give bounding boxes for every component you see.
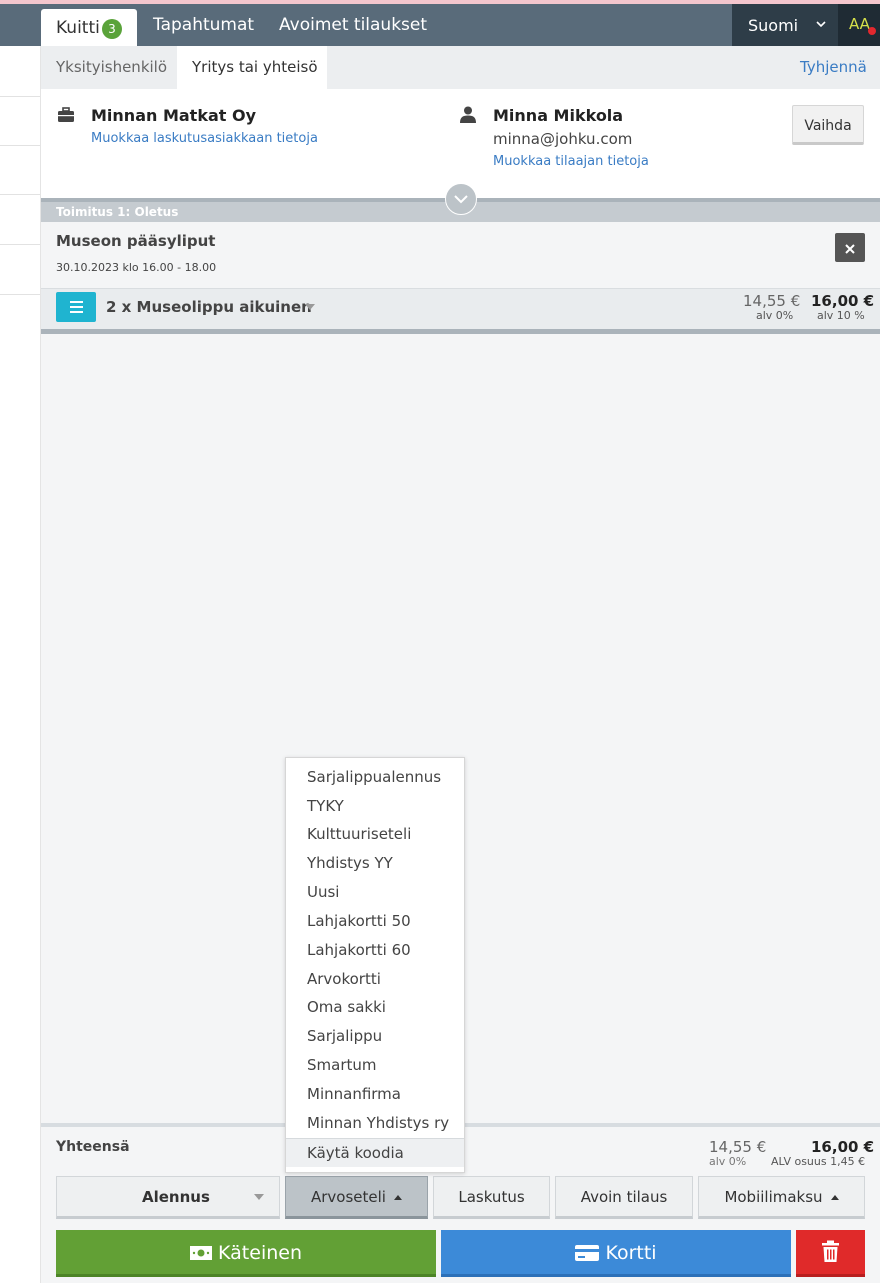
tab-yritys-tai-yhteiso[interactable]: Yritys tai yhteisö	[177, 46, 327, 89]
voucher-option[interactable]: Smartum	[286, 1051, 464, 1080]
line-gross-vat: alv 10 %	[817, 309, 865, 322]
voucher-option[interactable]: Oma sakki	[286, 993, 464, 1022]
total-vat-share: ALV osuus 1,45 €	[771, 1155, 866, 1168]
delivery-label: Toimitus 1: Oletus	[56, 205, 179, 219]
line-net-price: 14,55 €	[743, 292, 801, 310]
voucher-option[interactable]: Kulttuuriseteli	[286, 820, 464, 849]
cash-payment-button[interactable]: Käteinen	[56, 1230, 436, 1277]
tab-kuitti-label: Kuitti	[56, 18, 100, 38]
event-date: 30.10.2023 klo 16.00 - 18.00	[56, 261, 217, 274]
language-label: Suomi	[748, 16, 799, 35]
caret-down-icon	[254, 1194, 264, 1200]
line-item-menu-button[interactable]	[56, 292, 96, 322]
voucher-option[interactable]: Lahjakortti 50	[286, 907, 464, 936]
card-payment-button[interactable]: Kortti	[441, 1230, 791, 1277]
line-item-name[interactable]: 2 x Museolippu aikuinen	[106, 298, 312, 316]
tab-kuitti[interactable]: Kuitti 3	[41, 9, 137, 46]
buyer-name: Minna Mikkola	[493, 106, 624, 125]
discount-label: Alennus	[142, 1188, 210, 1206]
voucher-option[interactable]: Arvokortti	[286, 965, 464, 994]
edit-billing-customer-link[interactable]: Muokkaa laskutusasiakkaan tietoja	[91, 131, 318, 146]
event-title: Museon pääsyliput	[56, 232, 216, 250]
notification-dot-icon	[868, 27, 876, 35]
receipt-count-badge: 3	[102, 19, 122, 39]
voucher-button[interactable]: Arvoseteli	[285, 1176, 428, 1219]
voucher-option[interactable]: Sarjalippualennus	[286, 763, 464, 792]
line-net-vat: alv 0%	[756, 309, 794, 322]
voucher-dropdown-menu: Sarjalippualennus TYKY Kulttuuriseteli Y…	[285, 757, 465, 1173]
company-name: Minnan Matkat Oy	[91, 106, 256, 125]
clear-link[interactable]: Tyhjennä	[800, 58, 867, 76]
mobile-pay-button[interactable]: Mobiilimaksu	[698, 1176, 865, 1219]
delete-receipt-button[interactable]	[796, 1230, 865, 1277]
font-size-label: AA	[849, 15, 870, 33]
tab-yksityishenkilo[interactable]: Yksityishenkilö	[56, 58, 167, 76]
chevron-down-icon	[816, 14, 826, 38]
tab-avoimet-tilaukset[interactable]: Avoimet tilaukset	[279, 15, 427, 35]
total-label: Yhteensä	[56, 1139, 130, 1155]
remove-event-button[interactable]	[835, 233, 865, 262]
voucher-option[interactable]: Lahjakortti 60	[286, 936, 464, 965]
close-icon	[845, 243, 855, 254]
trash-icon	[796, 1240, 865, 1278]
left-panel-divider	[0, 194, 40, 195]
total-net: 14,55 €	[709, 1138, 767, 1156]
buyer-email: minna@johku.com	[493, 130, 633, 148]
credit-card-icon	[575, 1231, 600, 1275]
font-size-toggle[interactable]: AA	[838, 4, 880, 46]
left-panel-divider	[0, 145, 40, 146]
user-icon	[460, 106, 476, 127]
edit-buyer-link[interactable]: Muokkaa tilaajan tietoja	[493, 154, 649, 169]
voucher-option[interactable]: Minnanfirma	[286, 1080, 464, 1109]
card-label: Kortti	[605, 1241, 657, 1264]
left-panel-divider	[0, 244, 40, 245]
change-customer-button[interactable]: Vaihda	[792, 105, 864, 145]
left-panel-divider	[0, 96, 40, 97]
use-code-option[interactable]: Käytä koodia	[286, 1138, 464, 1167]
language-selector[interactable]: Suomi	[732, 4, 838, 46]
line-gross-price: 16,00 €	[811, 292, 875, 310]
voucher-option[interactable]: Yhdistys YY	[286, 849, 464, 878]
total-gross: 16,00 €	[811, 1138, 875, 1156]
voucher-option[interactable]: Sarjalippu	[286, 1022, 464, 1051]
voucher-option[interactable]: Minnan Yhdistys ry	[286, 1109, 464, 1138]
voucher-label: Arvoseteli	[311, 1188, 386, 1206]
chevron-down-icon	[454, 195, 468, 204]
discount-button[interactable]: Alennus	[56, 1176, 280, 1219]
invoice-button[interactable]: Laskutus	[433, 1176, 550, 1219]
cash-icon	[189, 1231, 212, 1275]
mobile-pay-label: Mobiilimaksu	[724, 1188, 823, 1206]
tab-yritys-label: Yritys tai yhteisö	[192, 58, 318, 76]
voucher-option[interactable]: TYKY	[286, 792, 464, 821]
expand-customer-button[interactable]	[445, 183, 477, 215]
left-side-panel	[0, 46, 41, 1283]
caret-up-icon	[830, 1195, 839, 1200]
briefcase-icon	[57, 107, 75, 127]
cash-label: Käteinen	[218, 1241, 302, 1264]
left-panel-divider	[0, 294, 40, 295]
voucher-option[interactable]: Uusi	[286, 878, 464, 907]
tab-tapahtumat[interactable]: Tapahtumat	[153, 15, 254, 35]
open-order-button[interactable]: Avoin tilaus	[555, 1176, 693, 1219]
caret-down-icon[interactable]	[305, 304, 315, 310]
caret-up-icon	[393, 1195, 402, 1200]
total-net-vat: alv 0%	[709, 1155, 747, 1168]
